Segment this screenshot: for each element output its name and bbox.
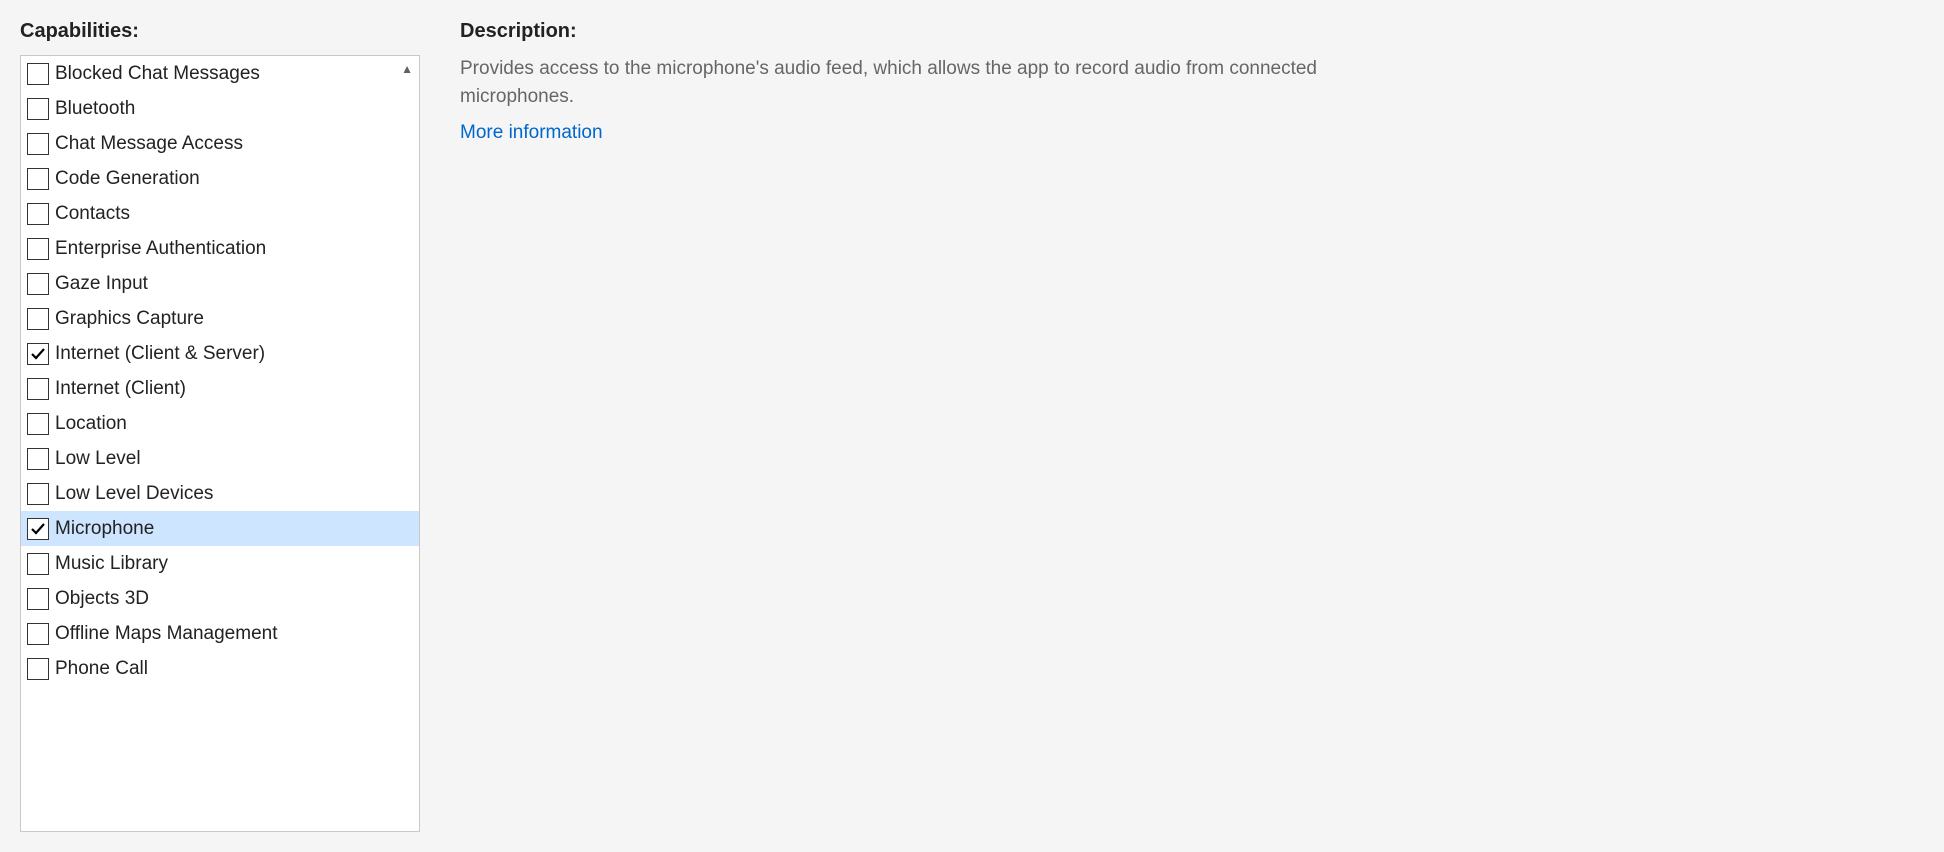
capability-item[interactable]: Gaze Input: [21, 266, 419, 301]
capabilities-listbox[interactable]: ▲ Blocked Chat MessagesBluetoothChat Mes…: [20, 55, 420, 832]
capability-checkbox[interactable]: [27, 588, 49, 610]
capability-label: Low Level: [55, 448, 141, 470]
capability-label: Location: [55, 413, 127, 435]
capabilities-heading: Capabilities:: [20, 20, 420, 43]
capability-label: Enterprise Authentication: [55, 238, 266, 260]
more-information-link[interactable]: More information: [460, 122, 1924, 144]
capability-label: Objects 3D: [55, 588, 149, 610]
capability-checkbox[interactable]: [27, 658, 49, 680]
capability-item[interactable]: Bluetooth: [21, 91, 419, 126]
capability-item[interactable]: Enterprise Authentication: [21, 231, 419, 266]
capability-checkbox[interactable]: [27, 343, 49, 365]
description-text: Provides access to the microphone's audi…: [460, 55, 1360, 110]
capability-checkbox[interactable]: [27, 133, 49, 155]
capability-label: Internet (Client & Server): [55, 343, 265, 365]
capability-label: Microphone: [55, 518, 154, 540]
capability-label: Chat Message Access: [55, 133, 243, 155]
capability-checkbox[interactable]: [27, 273, 49, 295]
capability-label: Gaze Input: [55, 273, 148, 295]
capability-checkbox[interactable]: [27, 308, 49, 330]
capability-item[interactable]: Internet (Client): [21, 371, 419, 406]
capability-label: Contacts: [55, 203, 130, 225]
capability-item[interactable]: Low Level: [21, 441, 419, 476]
capability-checkbox[interactable]: [27, 413, 49, 435]
capability-checkbox[interactable]: [27, 448, 49, 470]
capability-checkbox[interactable]: [27, 553, 49, 575]
description-heading: Description:: [460, 20, 1924, 43]
capability-item[interactable]: Offline Maps Management: [21, 616, 419, 651]
capability-item[interactable]: Contacts: [21, 196, 419, 231]
capability-item[interactable]: Chat Message Access: [21, 126, 419, 161]
capability-checkbox[interactable]: [27, 483, 49, 505]
capability-label: Offline Maps Management: [55, 623, 278, 645]
capability-label: Bluetooth: [55, 98, 135, 120]
capability-item[interactable]: Graphics Capture: [21, 301, 419, 336]
capability-checkbox[interactable]: [27, 623, 49, 645]
capability-checkbox[interactable]: [27, 98, 49, 120]
capability-item[interactable]: Internet (Client & Server): [21, 336, 419, 371]
capability-item[interactable]: Microphone: [21, 511, 419, 546]
capability-label: Graphics Capture: [55, 308, 204, 330]
capability-checkbox[interactable]: [27, 63, 49, 85]
capability-label: Music Library: [55, 553, 168, 575]
capability-checkbox[interactable]: [27, 518, 49, 540]
capability-checkbox[interactable]: [27, 168, 49, 190]
capability-label: Low Level Devices: [55, 483, 213, 505]
capabilities-scroll[interactable]: Blocked Chat Messages Bluetooth Chat Messa…: [21, 56, 419, 831]
capability-label: Phone Call: [55, 658, 148, 680]
capability-checkbox[interactable]: [27, 378, 49, 400]
capability-item[interactable]: Code Generation: [21, 161, 419, 196]
capability-label: Blocked Chat Messages: [55, 63, 260, 85]
capability-item[interactable]: Low Level Devices: [21, 476, 419, 511]
capability-checkbox[interactable]: [27, 238, 49, 260]
capability-item[interactable]: Location: [21, 406, 419, 441]
capability-item[interactable]: Music Library: [21, 546, 419, 581]
capability-item[interactable]: Phone Call: [21, 651, 419, 686]
capability-label: Code Generation: [55, 168, 200, 190]
capability-checkbox[interactable]: [27, 203, 49, 225]
capability-item[interactable]: Objects 3D: [21, 581, 419, 616]
capability-label: Internet (Client): [55, 378, 186, 400]
capability-item[interactable]: Blocked Chat Messages: [21, 56, 419, 91]
